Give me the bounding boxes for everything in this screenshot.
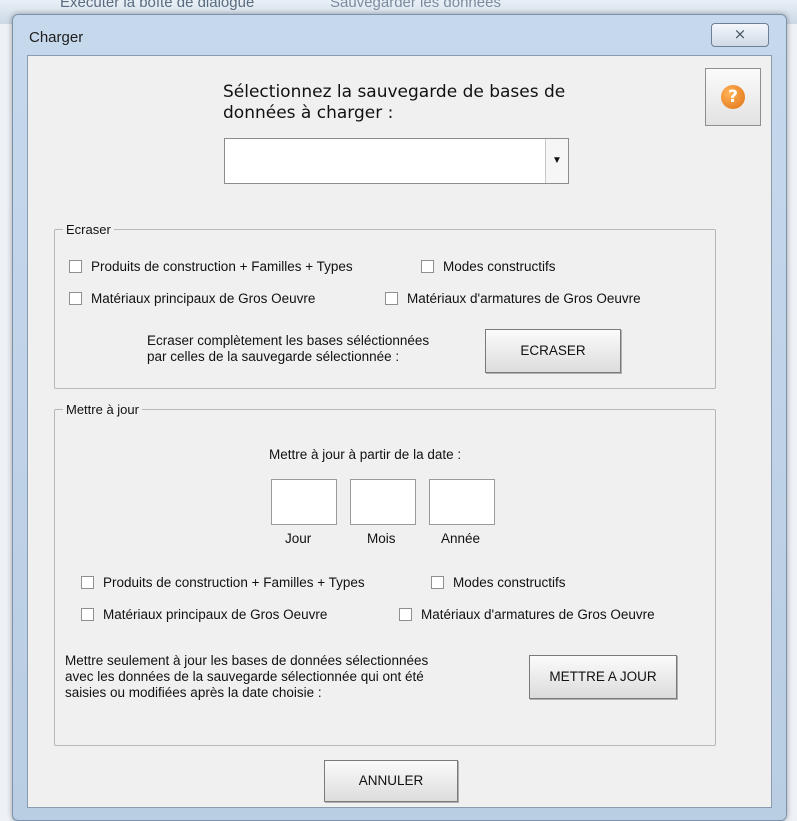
checkbox-label: Matériaux principaux de Gros Oeuvre <box>91 291 316 306</box>
charger-dialog: Charger ⨯ Sélectionnez la sauvegarde de … <box>12 14 787 821</box>
dialog-title: Charger <box>29 29 84 46</box>
update-checkbox-produits[interactable]: Produits de construction + Familles + Ty… <box>81 575 365 590</box>
checkbox-box[interactable] <box>69 292 82 305</box>
month-label: Mois <box>367 531 396 546</box>
overwrite-checkbox-produits[interactable]: Produits de construction + Familles + Ty… <box>69 259 353 274</box>
mettre-a-jour-button[interactable]: METTRE A JOUR <box>529 655 677 699</box>
update-checkbox-materiaux-armatures[interactable]: Matériaux d'armatures de Gros Oeuvre <box>399 607 655 622</box>
update-checkbox-materiaux-principaux[interactable]: Matériaux principaux de Gros Oeuvre <box>81 607 327 622</box>
update-legend: Mettre à jour <box>66 402 139 417</box>
month-input[interactable] <box>350 479 416 525</box>
backup-select[interactable]: ▼ <box>224 138 569 184</box>
day-label: Jour <box>285 531 312 546</box>
checkbox-box[interactable] <box>69 260 82 273</box>
overwrite-legend: Ecraser <box>66 222 111 237</box>
background-left <box>0 24 12 821</box>
dialog-body: Sélectionnez la sauvegarde de bases de d… <box>27 55 772 808</box>
checkbox-label: Modes constructifs <box>443 259 556 274</box>
day-input[interactable] <box>271 479 337 525</box>
checkbox-label: Modes constructifs <box>453 575 566 590</box>
checkbox-box[interactable] <box>81 608 94 621</box>
background-text: Exécuter la boîte de dialogue <box>60 0 255 11</box>
checkbox-label: Matériaux d'armatures de Gros Oeuvre <box>407 291 641 306</box>
help-button[interactable]: ? <box>705 68 761 126</box>
overwrite-checkbox-materiaux-principaux[interactable]: Matériaux principaux de Gros Oeuvre <box>69 291 315 306</box>
date-caption: Mettre à jour à partir de la date : <box>269 447 462 462</box>
checkbox-box[interactable] <box>399 608 412 621</box>
checkbox-box[interactable] <box>385 292 398 305</box>
year-label: Année <box>441 531 481 546</box>
checkbox-box[interactable] <box>81 576 94 589</box>
close-button[interactable]: ⨯ <box>711 23 769 47</box>
ecraser-button[interactable]: ECRASER <box>485 329 621 373</box>
help-icon: ? <box>721 85 745 109</box>
overwrite-description: Ecraser complètement les bases séléction… <box>147 333 430 364</box>
annuler-button[interactable]: ANNULER <box>324 760 458 802</box>
checkbox-label: Produits de construction + Familles + Ty… <box>103 575 365 590</box>
select-backup-prompt: Sélectionnez la sauvegarde de bases de d… <box>223 82 566 123</box>
checkbox-label: Produits de construction + Familles + Ty… <box>91 259 353 274</box>
year-input[interactable] <box>429 479 495 525</box>
checkbox-label: Matériaux d'armatures de Gros Oeuvre <box>421 607 655 622</box>
overwrite-group: Ecraser Produits de construction + Famil… <box>54 222 716 389</box>
checkbox-box[interactable] <box>431 576 444 589</box>
overwrite-checkbox-materiaux-armatures[interactable]: Matériaux d'armatures de Gros Oeuvre <box>385 291 641 306</box>
update-checkbox-modes[interactable]: Modes constructifs <box>431 575 566 590</box>
checkbox-box[interactable] <box>421 260 434 273</box>
background-text: Sauvegarder les données <box>330 0 501 11</box>
update-group: Mettre à jour Mettre à jour à partir de … <box>54 402 716 746</box>
update-description: Mettre seulement à jour les bases de don… <box>65 653 429 700</box>
chevron-down-icon[interactable]: ▼ <box>545 139 568 183</box>
overwrite-checkbox-modes[interactable]: Modes constructifs <box>421 259 556 274</box>
checkbox-label: Matériaux principaux de Gros Oeuvre <box>103 607 328 622</box>
